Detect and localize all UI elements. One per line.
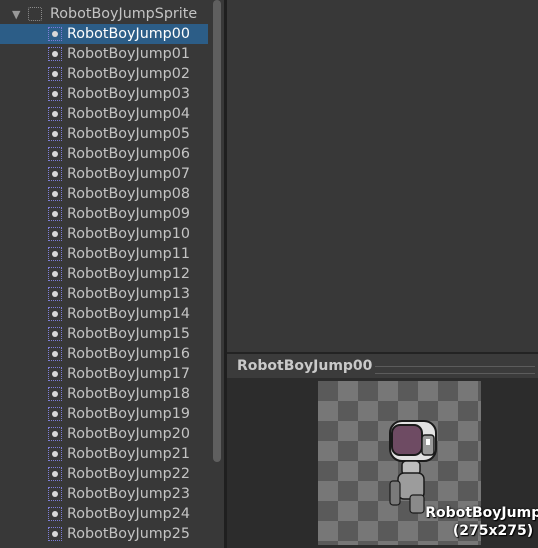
tree-item[interactable]: RobotBoyJump10 <box>0 224 208 244</box>
tree-item[interactable]: RobotBoyJump19 <box>0 404 208 424</box>
tree-item[interactable]: RobotBoyJump13 <box>0 284 208 304</box>
tree-item-label: RobotBoyJump13 <box>67 286 190 302</box>
tree-item-label: RobotBoyJump14 <box>67 306 190 322</box>
tree-item-label: RobotBoyJump11 <box>67 246 190 262</box>
tree-item[interactable]: RobotBoyJump12 <box>0 264 208 284</box>
tree-item-label: RobotBoyJump02 <box>67 66 190 82</box>
robot-boy-sprite <box>389 420 437 514</box>
tree-item[interactable]: RobotBoyJump17 <box>0 364 208 384</box>
tree-item[interactable]: RobotBoyJump14 <box>0 304 208 324</box>
tree-item-label: RobotBoyJump12 <box>67 266 190 282</box>
sprite-icon <box>48 367 62 381</box>
sprite-icon <box>48 467 62 481</box>
tree-scrollbar-thumb[interactable] <box>213 0 221 462</box>
tree-item[interactable]: RobotBoyJump06 <box>0 144 208 164</box>
inspector-panel <box>227 0 538 352</box>
foldout-arrow-icon[interactable]: ▼ <box>12 5 20 25</box>
tree-item[interactable]: RobotBoyJump08 <box>0 184 208 204</box>
sprite-icon <box>48 347 62 361</box>
sprite-icon <box>48 227 62 241</box>
tree-item-label: RobotBoyJump08 <box>67 186 190 202</box>
tree-item-label: RobotBoyJump18 <box>67 386 190 402</box>
tree-item[interactable]: RobotBoyJump18 <box>0 384 208 404</box>
tree-item-label: RobotBoyJump24 <box>67 506 190 522</box>
tree-parent-label: RobotBoyJumpSprite <box>50 6 198 22</box>
sprite-icon <box>48 427 62 441</box>
tree-item[interactable]: RobotBoyJump03 <box>0 84 208 104</box>
tree-item-label: RobotBoyJump20 <box>67 426 190 442</box>
sprite-preview-canvas: RobotBoyJump00 (275x275) <box>318 381 538 545</box>
tree-item[interactable]: RobotBoyJump22 <box>0 464 208 484</box>
sprite-icon <box>48 27 62 41</box>
preview-title: RobotBoyJump00 <box>237 358 373 374</box>
tree-item-label: RobotBoyJump17 <box>67 366 190 382</box>
sprite-icon <box>48 87 62 101</box>
sprite-sheet-icon <box>28 7 42 21</box>
tree-item-label: RobotBoyJump03 <box>67 86 190 102</box>
preview-image-size: (275x275) <box>452 523 534 539</box>
tree-item[interactable]: RobotBoyJump21 <box>0 444 208 464</box>
tree-item-label: RobotBoyJump04 <box>67 106 190 122</box>
preview-drag-handle[interactable] <box>375 366 535 374</box>
tree-item[interactable]: RobotBoyJump02 <box>0 64 208 84</box>
sprite-icon <box>48 407 62 421</box>
sprite-icon <box>48 147 62 161</box>
tree-item[interactable]: RobotBoyJump24 <box>0 504 208 524</box>
sprite-icon <box>48 207 62 221</box>
tree-item[interactable]: RobotBoyJump05 <box>0 124 208 144</box>
tree-item[interactable]: RobotBoyJump09 <box>0 204 208 224</box>
sprite-icon <box>48 327 62 341</box>
sprite-icon <box>48 167 62 181</box>
tree-item-label: RobotBoyJump15 <box>67 326 190 342</box>
sprite-icon <box>48 247 62 261</box>
tree-item[interactable]: RobotBoyJump04 <box>0 104 208 124</box>
tree-item-label: RobotBoyJump07 <box>67 166 190 182</box>
sprite-icon <box>48 287 62 301</box>
sprite-icon <box>48 127 62 141</box>
tree-item-label: RobotBoyJump05 <box>67 126 190 142</box>
tree-item-label: RobotBoyJump25 <box>67 526 190 542</box>
tree-item-label: RobotBoyJump23 <box>67 486 190 502</box>
tree-item[interactable]: RobotBoyJump20 <box>0 424 208 444</box>
tree-item-label: RobotBoyJump10 <box>67 226 190 242</box>
tree-item-label: RobotBoyJump01 <box>67 46 190 62</box>
tree-item[interactable]: RobotBoyJump00 <box>0 24 208 44</box>
tree-item-label: RobotBoyJump19 <box>67 406 190 422</box>
preview-header[interactable]: RobotBoyJump00 <box>227 352 538 378</box>
tree-item-label: RobotBoyJump09 <box>67 206 190 222</box>
sprite-icon <box>48 267 62 281</box>
tree-item-label: RobotBoyJump06 <box>67 146 190 162</box>
sprite-icon <box>48 387 62 401</box>
tree-item-label: RobotBoyJump21 <box>67 446 190 462</box>
tree-item[interactable]: RobotBoyJump11 <box>0 244 208 264</box>
tree-item-label: RobotBoyJump22 <box>67 466 190 482</box>
tree-item[interactable]: RobotBoyJump25 <box>0 524 208 544</box>
sprite-icon <box>48 487 62 501</box>
tree-item-label: RobotBoyJump16 <box>67 346 190 362</box>
sprite-icon <box>48 67 62 81</box>
tree-item[interactable]: RobotBoyJump15 <box>0 324 208 344</box>
preview-image-name: RobotBoyJump00 <box>425 505 538 521</box>
sprite-icon <box>48 307 62 321</box>
sprite-icon <box>48 187 62 201</box>
sprite-icon <box>48 507 62 521</box>
sprite-icon <box>48 107 62 121</box>
preview-area: RobotBoyJump00 (275x275) <box>227 378 538 548</box>
sprite-icon <box>48 47 62 61</box>
tree-item-label: RobotBoyJump00 <box>67 26 190 42</box>
tree-parent-robotboyjumpsprite[interactable]: ▼ RobotBoyJumpSprite <box>0 4 208 24</box>
tree-item[interactable]: RobotBoyJump16 <box>0 344 208 364</box>
sprite-icon <box>48 527 62 541</box>
tree-item[interactable]: RobotBoyJump01 <box>0 44 208 64</box>
project-tree: ▼ RobotBoyJumpSprite RobotBoyJump00 Robot… <box>0 0 208 548</box>
sprite-icon <box>48 447 62 461</box>
tree-item[interactable]: RobotBoyJump07 <box>0 164 208 184</box>
tree-item[interactable]: RobotBoyJump23 <box>0 484 208 504</box>
